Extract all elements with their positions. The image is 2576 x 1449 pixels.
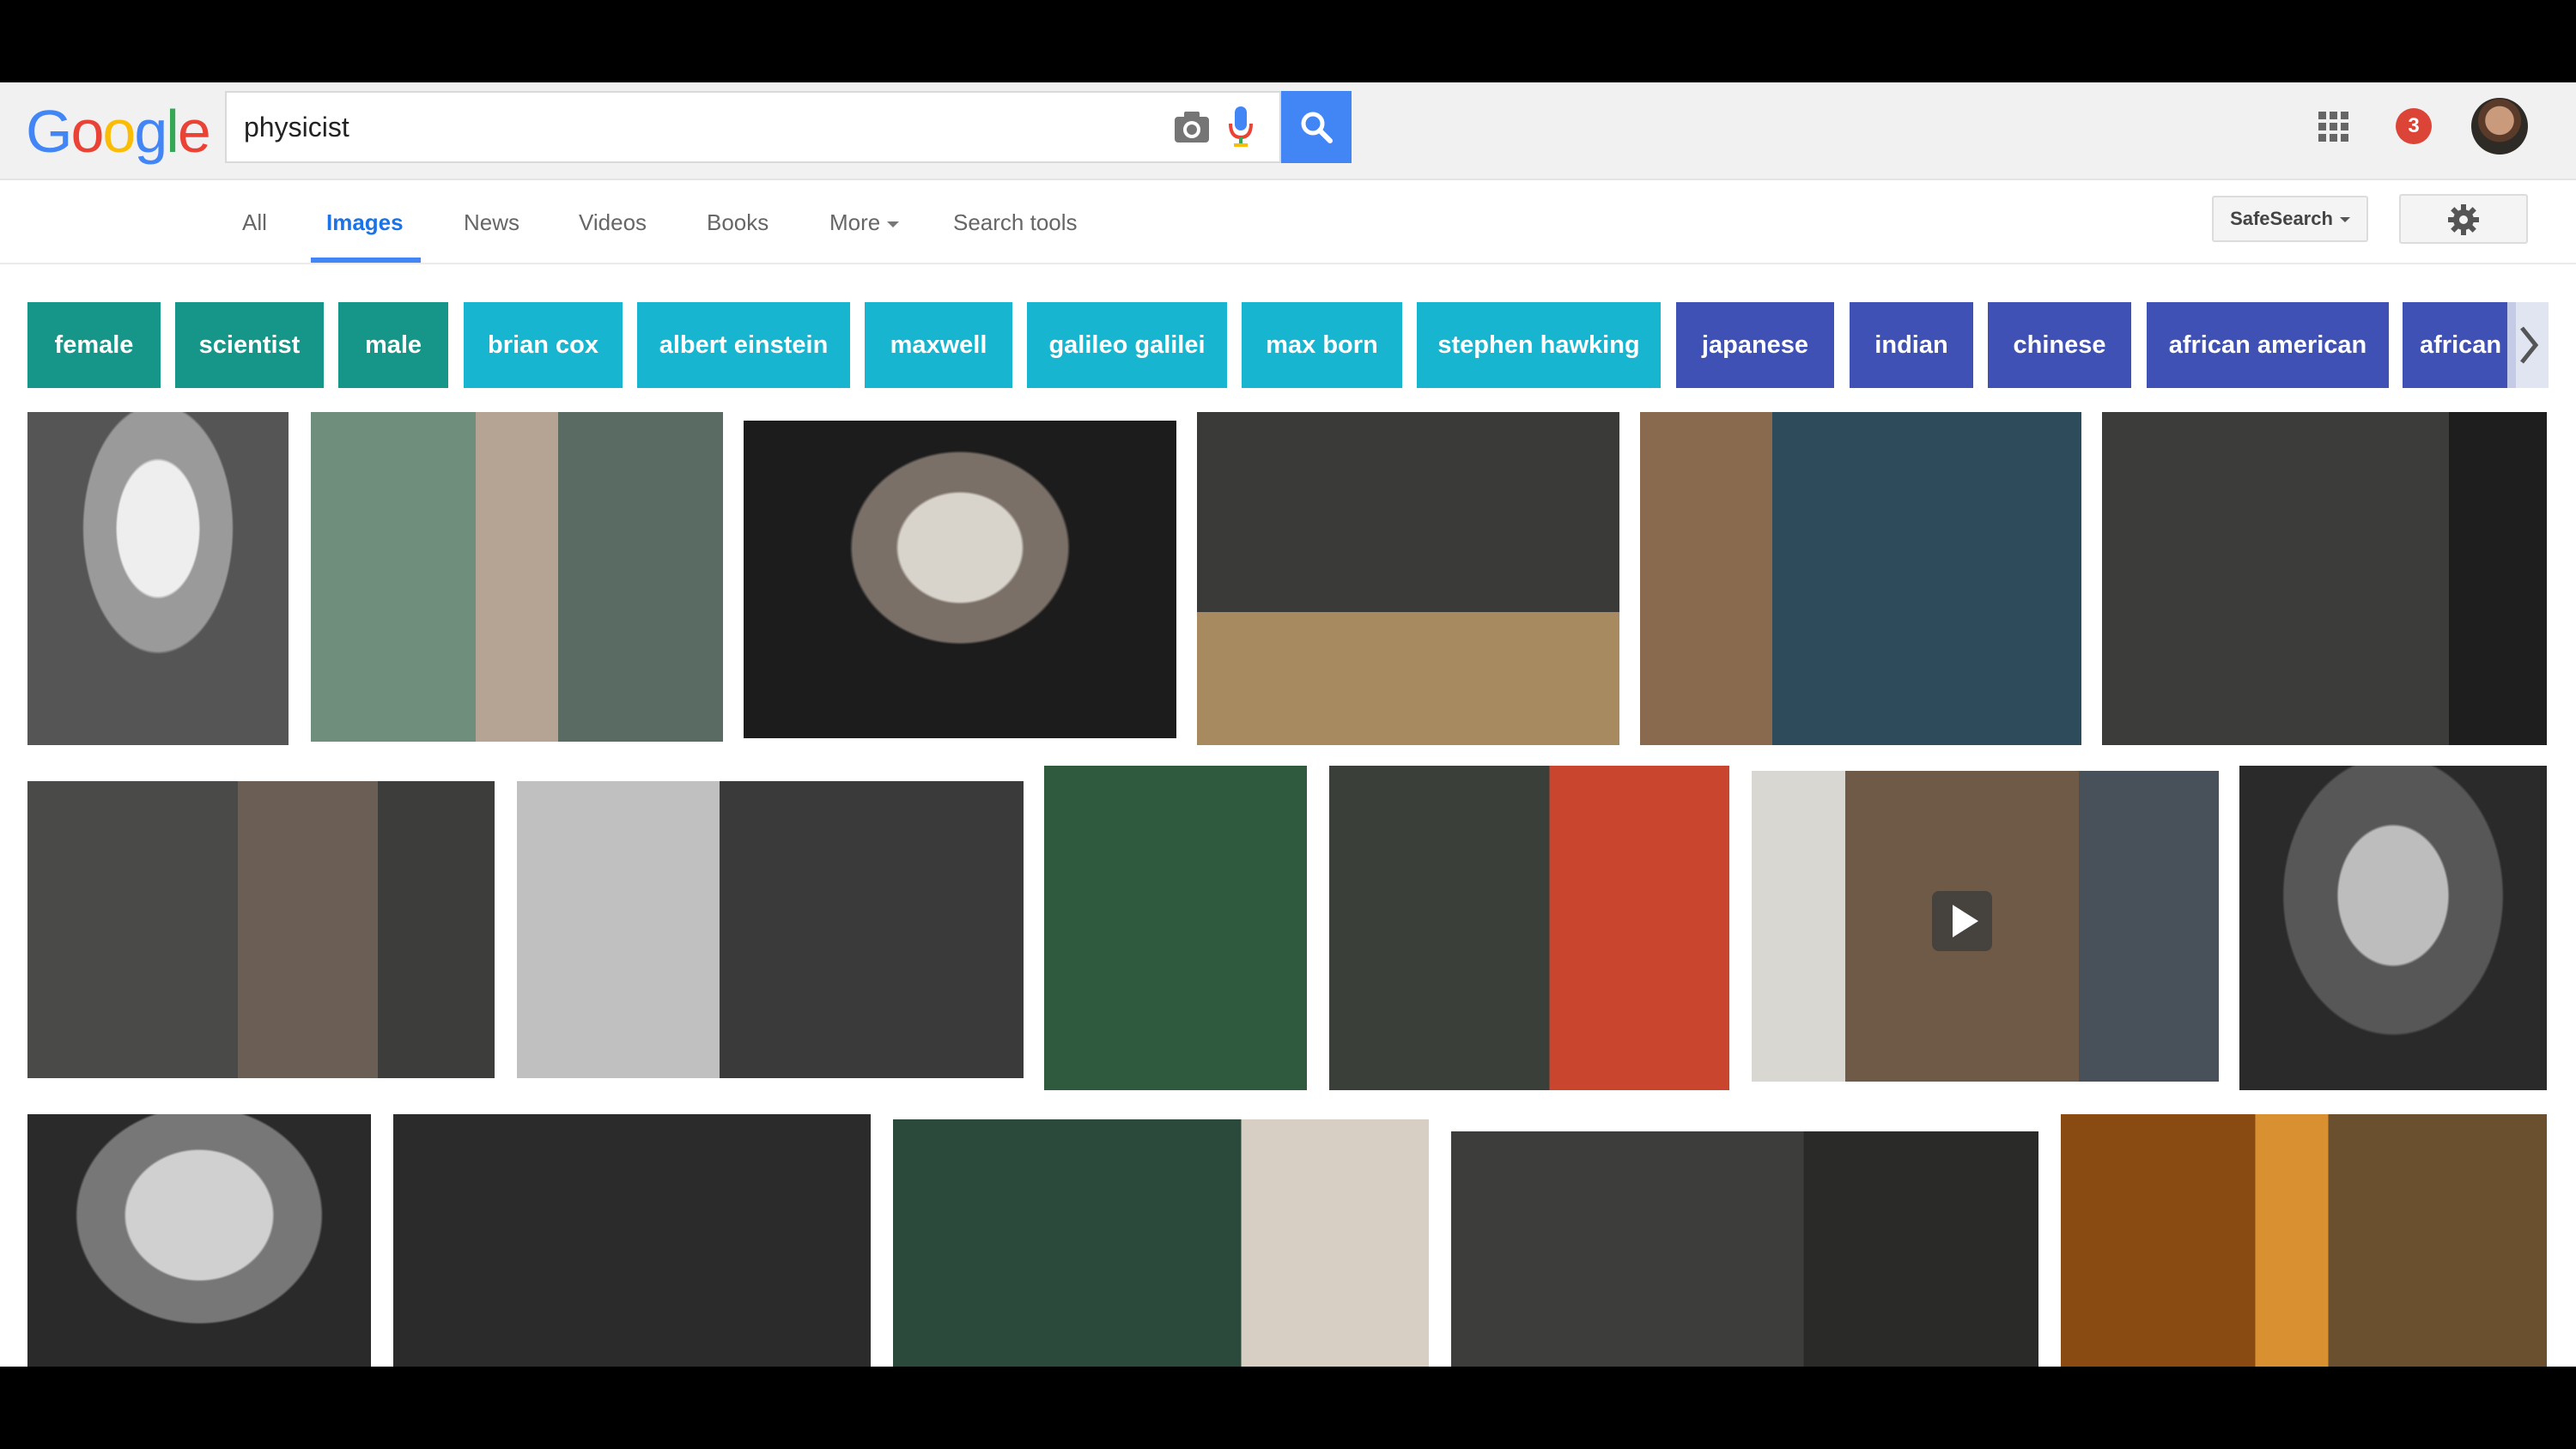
chip-chinese[interactable]: chinese: [1988, 302, 2131, 388]
image-result[interactable]: [2061, 1114, 2547, 1367]
image-result[interactable]: [2102, 412, 2547, 745]
gear-icon: [2448, 204, 2479, 235]
chip-japanese[interactable]: japanese: [1676, 302, 1834, 388]
chevron-right-icon: [2520, 326, 2539, 364]
tab-search-tools[interactable]: Search tools: [953, 180, 1078, 263]
search-query-text[interactable]: physicist: [244, 93, 349, 161]
image-result[interactable]: [1640, 412, 2081, 745]
logo-letter: o: [70, 98, 104, 165]
related-search-chips: female scientist male brian cox albert e…: [0, 302, 2576, 388]
camera-icon[interactable]: [1173, 110, 1211, 144]
image-result[interactable]: [744, 421, 1176, 738]
safesearch-button[interactable]: SafeSearch: [2212, 196, 2368, 242]
chip-maxwell[interactable]: maxwell: [865, 302, 1012, 388]
chip-stephen-hawking[interactable]: stephen hawking: [1417, 302, 1661, 388]
image-result[interactable]: [2239, 766, 2547, 1090]
chips-next-button[interactable]: [2507, 302, 2549, 388]
image-result[interactable]: [27, 412, 289, 745]
tab-books[interactable]: Books: [707, 180, 769, 263]
image-result[interactable]: [1044, 766, 1307, 1090]
apps-grid-icon[interactable]: [2318, 112, 2349, 142]
chip-galileo-galilei[interactable]: galileo galilei: [1027, 302, 1227, 388]
logo-letter: G: [26, 98, 72, 165]
microphone-icon[interactable]: [1228, 106, 1254, 148]
tab-images[interactable]: Images: [311, 180, 421, 263]
play-icon: [1932, 891, 1992, 951]
chevron-down-icon: [2339, 217, 2350, 223]
safesearch-label: SafeSearch: [2230, 208, 2333, 229]
tab-news[interactable]: News: [464, 180, 519, 263]
chevron-down-icon: [887, 221, 900, 227]
chip-indian[interactable]: indian: [1850, 302, 1973, 388]
tab-more-label: More: [829, 209, 881, 235]
google-logo[interactable]: Google: [26, 93, 211, 170]
image-result[interactable]: [27, 1114, 371, 1367]
chip-female[interactable]: female: [27, 302, 161, 388]
image-result[interactable]: [27, 781, 495, 1078]
search-button[interactable]: [1281, 91, 1352, 163]
image-result[interactable]: [393, 1114, 871, 1367]
logo-letter: o: [102, 98, 136, 165]
chip-african[interactable]: african: [2403, 302, 2516, 388]
image-result[interactable]: [1451, 1131, 2038, 1367]
chip-albert-einstein[interactable]: albert einstein: [637, 302, 850, 388]
search-header: Google physicist 3: [0, 82, 2576, 180]
image-result[interactable]: [517, 781, 1024, 1078]
logo-letter: l: [166, 98, 179, 165]
search-icon: [1301, 112, 1333, 143]
notification-badge[interactable]: 3: [2396, 108, 2432, 144]
chip-scientist[interactable]: scientist: [175, 302, 324, 388]
logo-letter: g: [134, 98, 167, 165]
image-result[interactable]: [1329, 766, 1729, 1090]
search-input[interactable]: physicist: [225, 91, 1281, 163]
tab-all[interactable]: All: [242, 180, 267, 263]
image-result[interactable]: [1197, 412, 1619, 745]
image-result[interactable]: [311, 412, 723, 742]
avatar[interactable]: [2471, 98, 2528, 155]
chip-max-born[interactable]: max born: [1242, 302, 1402, 388]
search-tabs: All Images News Videos Books More Search…: [0, 180, 2576, 264]
tab-more[interactable]: More: [829, 180, 900, 263]
chip-male[interactable]: male: [338, 302, 448, 388]
chip-brian-cox[interactable]: brian cox: [464, 302, 623, 388]
video-result[interactable]: [1752, 771, 2219, 1082]
browser-page: Google physicist 3 All Images News Video…: [0, 82, 2576, 1367]
chip-african-american[interactable]: african american: [2147, 302, 2389, 388]
image-result[interactable]: [893, 1119, 1429, 1367]
logo-letter: e: [177, 98, 211, 165]
tab-videos[interactable]: Videos: [579, 180, 647, 263]
settings-button[interactable]: [2399, 194, 2528, 244]
